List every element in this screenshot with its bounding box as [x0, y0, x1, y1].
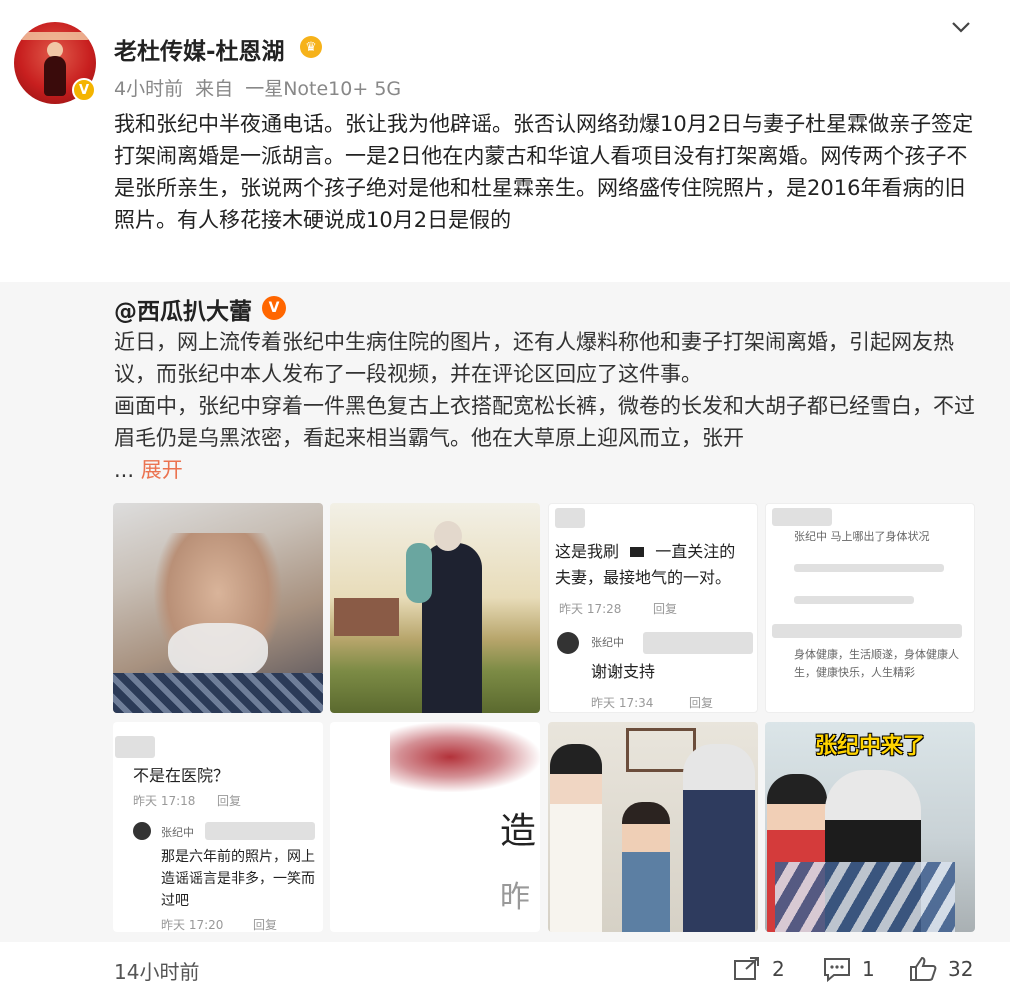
caption-char-1: 造	[500, 811, 537, 852]
reply-link[interactable]: 回复	[217, 792, 241, 809]
post-body: 我和张纪中半夜通电话。张让我为他辟谣。张否认网络劲爆10月2日与妻子杜星霖做亲子…	[114, 112, 974, 232]
caption-char-2: 昨	[500, 880, 530, 915]
comment-button[interactable]: 1	[822, 954, 875, 984]
more-options-chevron-icon[interactable]	[948, 14, 974, 40]
photo-cloth	[775, 862, 955, 932]
footer-time: 14小时前	[114, 960, 200, 984]
repost-paragraph-1: 近日，网上流传着张纪中生病住院的图片，还有人爆料称他和妻子打架闹离婚，引起网友热…	[114, 330, 954, 386]
redacted-mark	[630, 547, 645, 557]
source-label: 来自	[195, 78, 234, 100]
blurred-avatar	[555, 508, 585, 528]
repost-count: 2	[772, 957, 785, 981]
screenshot-comments-2[interactable]: 张纪中 马上哪出了身体状况 身体健康，生活顺遂，身体健康人生，健康快乐，人生精彩	[765, 503, 975, 713]
repost-icon	[734, 957, 759, 980]
post-meta: 4小时前 来自 一星Note10+ 5G	[114, 74, 407, 101]
blurred-avatar	[115, 736, 155, 758]
comment-text: 这是我刷 一直关注的	[555, 540, 735, 564]
thumbs-up-icon	[910, 956, 937, 981]
photo-boy	[622, 802, 670, 932]
photo-grassland[interactable]	[330, 503, 540, 713]
blurred-line	[794, 596, 914, 604]
photo-woman	[550, 744, 602, 932]
avatar-figure	[44, 56, 66, 96]
reply-link[interactable]: 回复	[653, 600, 677, 617]
blurred-area	[205, 822, 315, 840]
repost-author[interactable]: @西瓜扒大蕾	[114, 292, 252, 326]
expand-link[interactable]: 展开	[141, 458, 183, 482]
avatar-banner	[20, 32, 90, 40]
blurred-line	[772, 624, 962, 638]
repost-button[interactable]: 2	[732, 954, 785, 984]
repost-expand-row: ... 展开	[114, 454, 984, 486]
reply-text-3: 过吧	[161, 893, 189, 909]
screenshot-comments-3[interactable]: 不是在医院？ 昨天 17:18 回复 张纪中 那是六年前的照片，网上 造谣谣言是…	[113, 722, 323, 932]
member-crown-icon: ♛	[300, 36, 322, 58]
comment-part: 这是我刷	[555, 542, 620, 561]
reply-text-2: 造谣谣言是非多，一笑而	[161, 871, 315, 887]
comment-time: 昨天 17:28	[559, 602, 622, 616]
comment-text: 不是在医院？	[133, 766, 230, 785]
photo-building	[334, 598, 399, 636]
blurred-avatar	[772, 508, 832, 526]
video-caption: 张纪中来了	[815, 734, 926, 759]
blurred-area	[643, 632, 753, 654]
blurred-image	[390, 722, 540, 792]
reply-time: 昨天 17:20	[161, 918, 224, 932]
photo-family[interactable]	[548, 722, 758, 932]
reply-link-2[interactable]: 回复	[253, 916, 277, 932]
reply-link-2[interactable]: 回复	[689, 694, 713, 711]
repost-verified-icon: V	[262, 296, 286, 320]
repost-body: 近日，网上流传着张纪中生病住院的图片，还有人爆料称他和妻子打架闹离婚，引起网友热…	[114, 326, 984, 486]
author-name[interactable]: 老杜传媒-杜恩湖	[114, 32, 285, 66]
weibo-post: V 老杜传媒-杜恩湖 ♛ 4小时前 来自 一星Note10+ 5G 我和张纪中半…	[0, 0, 1010, 990]
comment-count: 1	[862, 957, 875, 981]
reply-avatar	[133, 822, 151, 840]
verified-badge-icon: V	[72, 78, 96, 102]
photo-shirt	[113, 673, 323, 713]
comment-icon	[824, 958, 850, 983]
screenshot-comments-1[interactable]: 这是我刷 一直关注的 夫妻，最接地气的一对。 昨天 17:28 回复 张纪中 谢…	[548, 503, 758, 713]
ellipsis: ...	[114, 458, 135, 482]
source-device[interactable]: 一星Note10+ 5G	[245, 78, 401, 100]
comment-text-2: 身体健康，生活顺遂，身体健康人生，健康快乐，人生精彩	[794, 648, 959, 679]
like-button[interactable]: 32	[908, 954, 973, 984]
blurred-line	[794, 564, 944, 572]
photo-elder	[683, 744, 755, 932]
post-time: 4小时前	[114, 78, 184, 100]
photo-video-still[interactable]: 张纪中来了	[765, 722, 975, 932]
screenshot-video-frame[interactable]: 造 昨	[330, 722, 540, 932]
reply-time: 昨天 17:34	[591, 696, 654, 710]
photo-man-head	[434, 521, 462, 551]
like-count: 32	[948, 957, 974, 981]
comment-text-2: 夫妻，最接地气的一对。	[555, 568, 732, 587]
comment-text: 张纪中 马上哪出了身体状况	[794, 530, 930, 543]
photo-child	[406, 543, 432, 603]
reply-text: 谢谢支持	[591, 662, 656, 681]
photo-hospital[interactable]	[113, 503, 323, 713]
comment-part: 一直关注的	[655, 542, 736, 561]
comment-time: 昨天 17:18	[133, 794, 196, 808]
reply-avatar	[557, 632, 579, 654]
reply-user: 张纪中	[591, 636, 624, 649]
repost-paragraph-2: 画面中，张纪中穿着一件黑色复古上衣搭配宽松长裤，微卷的长发和大胡子都已经雪白，不…	[114, 394, 975, 450]
reply-user: 张纪中	[161, 826, 194, 839]
reply-text-1: 那是六年前的照片，网上	[161, 849, 315, 865]
